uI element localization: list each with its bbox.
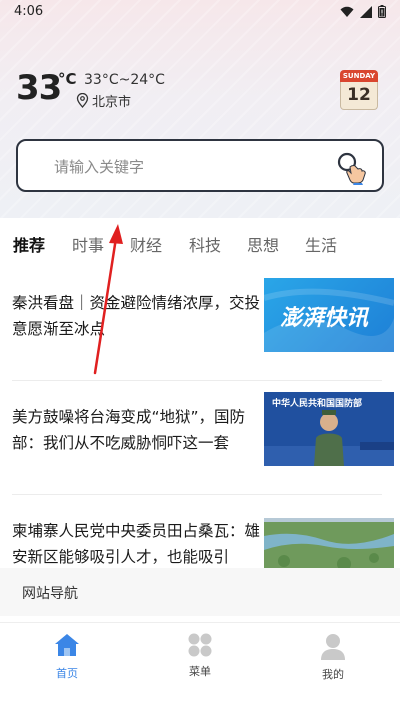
status-icons	[340, 5, 386, 18]
location[interactable]: 北京市	[76, 91, 131, 110]
thumbnail-caption: 澎湃快讯	[280, 306, 369, 331]
status-time: 4:06	[14, 4, 44, 19]
news-thumbnail: 澎湃快讯	[264, 278, 394, 352]
tab-current-affairs[interactable]: 时事	[72, 232, 104, 256]
news-item[interactable]: 美方鼓噪将台海变成“地狱”，国防部：我们从不吃威胁恫吓这一套 中华人民共和国国防…	[12, 392, 400, 474]
nav-home-label: 首页	[56, 667, 78, 680]
status-bar: 4:06	[0, 0, 400, 26]
news-item[interactable]: 柬埔寨人民党中央委员田占桑瓦：雄安新区能够吸引人才，也能吸引	[12, 518, 400, 570]
nav-home[interactable]: 首页	[37, 633, 97, 693]
nav-menu-label: 菜单	[189, 665, 211, 678]
news-thumbnail	[264, 518, 394, 570]
calendar-weekday: SUNDAY	[340, 70, 378, 82]
bottom-navigation: 首页 菜单 我的	[0, 622, 400, 712]
nav-menu[interactable]: 菜单	[170, 633, 230, 693]
news-title: 柬埔寨人民党中央委员田占桑瓦：雄安新区能够吸引人才，也能吸引	[12, 522, 261, 566]
tab-finance[interactable]: 财经	[130, 232, 162, 256]
site-navigation-label: 网站导航	[22, 586, 78, 602]
current-temperature: 33	[16, 68, 62, 108]
calendar-icon[interactable]: SUNDAY 12	[340, 70, 378, 110]
news-item[interactable]: 秦洪看盘｜资金避险情绪浓厚，交投意愿渐至冰点 澎湃快讯	[12, 278, 400, 360]
tab-technology[interactable]: 科技	[189, 232, 221, 256]
site-navigation[interactable]: 网站导航	[0, 568, 400, 616]
divider	[12, 380, 382, 381]
user-icon	[321, 634, 345, 660]
search-input[interactable]: 请输入关键字	[16, 139, 384, 192]
temperature-range: 33°C~24°C	[84, 72, 165, 88]
divider	[12, 494, 382, 495]
search-placeholder: 请输入关键字	[54, 158, 145, 176]
temperature-unit: °C	[58, 70, 77, 88]
search-hand-icon[interactable]	[336, 151, 372, 185]
nav-profile-label: 我的	[322, 668, 344, 681]
news-title: 秦洪看盘｜资金避险情绪浓厚，交投意愿渐至冰点	[12, 294, 261, 338]
tab-life[interactable]: 生活	[305, 232, 337, 256]
nav-profile[interactable]: 我的	[303, 633, 363, 693]
location-pin-icon	[76, 93, 89, 108]
location-text: 北京市	[92, 95, 132, 110]
category-tabs: 推荐 时事 财经 科技 思想 生活	[0, 224, 400, 260]
calendar-day: 12	[340, 82, 378, 110]
wifi-icon	[340, 6, 354, 17]
news-title: 美方鼓噪将台海变成“地狱”，国防部：我们从不吃威胁恫吓这一套	[12, 408, 246, 452]
tab-recommend[interactable]: 推荐	[13, 232, 45, 256]
tab-thought[interactable]: 思想	[247, 232, 279, 256]
news-thumbnail: 中华人民共和国国防部	[264, 392, 394, 466]
thumbnail-caption: 中华人民共和国国防部	[272, 399, 363, 409]
signal-icon	[360, 5, 372, 18]
menu-grid-icon	[188, 633, 212, 657]
home-icon	[55, 634, 79, 656]
battery-icon	[378, 5, 386, 18]
